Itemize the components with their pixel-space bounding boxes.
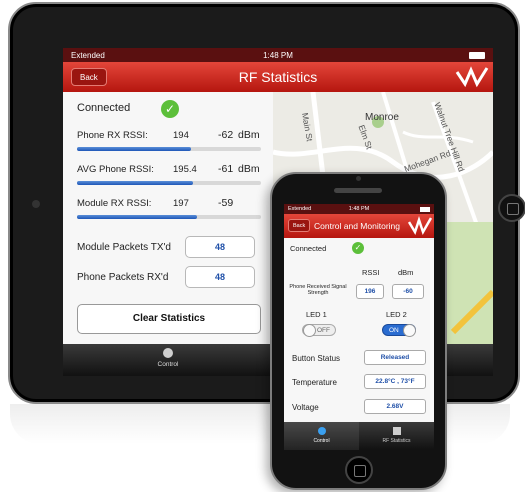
module-rx-label: Module RX RSSI: [77,198,152,209]
map-label-monroe: Monroe [365,112,399,123]
iphone-status-time: 1:48 PM [348,206,370,212]
iphone-home-button[interactable] [345,456,373,484]
avg-phone-unit: dBm [238,163,260,175]
led1-toggle[interactable]: OFF [302,324,336,337]
button-status-label: Button Status [292,354,341,363]
ipad-camera [32,200,40,208]
ipad-home-button[interactable] [498,194,525,222]
phone-rx-raw: 194 [173,130,189,141]
led2-toggle[interactable]: ON [382,324,416,337]
signal-strength-label: Phone Received Signal Strength [289,284,347,296]
temperature-field: 22.8°C , 73°F [364,374,426,389]
connection-status: Connected [77,102,131,114]
iphone-camera [356,176,361,181]
led2-toggle-knob [403,324,416,337]
phone-rx-bar [77,147,261,151]
phone-rx-unit: dBm [238,129,260,141]
module-rx-bar [77,215,261,219]
rssi-value-field: 196 [356,284,384,299]
phone-packets-field: 48 [185,266,255,288]
voltage-label: Voltage [292,403,319,412]
iphone-nav-bar: Back Control and Monitoring [284,214,434,238]
iphone-device: Extended 1:48 PM Back Control and Monito… [270,172,447,490]
iphone-connection-status: Connected [290,244,327,253]
led1-toggle-knob [303,324,316,337]
iphone-tab-rf-statistics[interactable]: RF Statistics [359,422,434,450]
avg-phone-label: AVG Phone RSSI: [77,164,154,175]
led2-label: LED 2 [386,310,407,319]
phone-rx-label: Phone RX RSSI: [77,130,148,141]
dbm-value-field: -60 [392,284,424,299]
temperature-label: Temperature [292,378,337,387]
phone-packets-label: Phone Packets RX'd [77,272,169,283]
button-status-field: Released [364,350,426,365]
phone-rx-dbm: -62 [218,129,234,141]
connected-check-icon: ✓ [161,100,179,118]
rf-stats-panel: Connected ✓ Phone RX RSSI: 194 -62 dBm A… [63,92,273,344]
dbm-header: dBm [398,268,414,277]
brand-logo-icon [455,66,489,88]
tab-control[interactable]: Control [143,344,193,376]
control-tab-icon [163,348,173,358]
avg-phone-bar [77,181,261,185]
clear-statistics-button[interactable]: Clear Statistics [77,304,261,334]
module-rx-raw: 197 [173,198,189,209]
rssi-header: RSSI [362,268,380,277]
voltage-field: 2.68V [364,399,426,414]
iphone-tab-bar: Control RF Statistics [284,422,434,450]
iphone-page-title: Control and Monitoring [314,221,400,231]
iphone-tab-control[interactable]: Control [284,422,359,450]
back-button[interactable]: Back [71,68,107,86]
iphone-screen: Extended 1:48 PM Back Control and Monito… [284,204,434,450]
module-packets-label: Module Packets TX'd [77,242,171,253]
ipad-nav-bar: Back RF Statistics [63,62,493,92]
iphone-control-tab-icon [317,427,326,435]
ipad-status-bar: Extended 1:48 PM [63,48,493,62]
module-rx-dbm: -59 [218,197,234,209]
iphone-back-button[interactable]: Back [288,219,311,232]
avg-phone-raw: 195.4 [173,164,197,175]
iphone-connected-check-icon: ✓ [352,242,364,254]
status-time: 1:48 PM [263,50,293,60]
page-title: RF Statistics [238,69,318,85]
iphone-brand-logo-icon [408,216,432,236]
led1-label: LED 1 [306,310,327,319]
module-packets-field: 48 [185,236,255,258]
iphone-speaker [334,188,382,193]
avg-phone-dbm: -61 [218,163,234,175]
iphone-rf-tab-icon [392,427,401,435]
iphone-status-bar: Extended 1:48 PM [284,204,434,214]
